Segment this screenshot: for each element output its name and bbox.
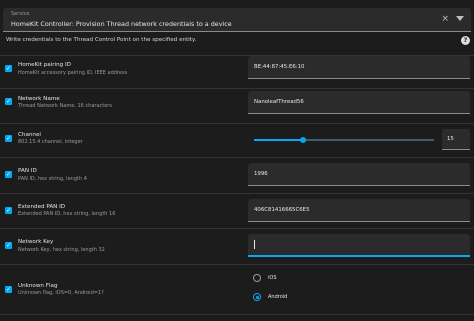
channel-slider-fill <box>254 138 303 141</box>
divider <box>0 314 474 315</box>
checkbox-pan-id[interactable]: ✓ <box>5 171 12 178</box>
pan-id-value: 1996 <box>254 171 268 177</box>
field-desc-channel: 802.15.4 channel, integer <box>18 139 83 145</box>
field-desc-unknown-flag: Unknown flag, iOS=0, Android=1? <box>18 290 104 296</box>
clear-icon[interactable]: × <box>441 15 449 24</box>
service-call-panel: Service HomeKit Controller: Provision Th… <box>0 0 474 321</box>
extended-pan-id-input[interactable]: 406C81416665C6E5 <box>248 199 470 222</box>
checkbox-pairing-id[interactable]: ✓ <box>5 65 12 72</box>
field-desc-network-name: Thread Network Name, 16 characters <box>18 103 112 109</box>
field-title-network-name: Network Name <box>18 96 60 102</box>
checkbox-unknown-flag[interactable]: ✓ <box>5 286 12 293</box>
divider <box>0 193 474 194</box>
extended-pan-id-value: 406C81416665C6E5 <box>254 207 310 213</box>
channel-slider-handle[interactable] <box>299 136 306 143</box>
field-title-unknown-flag: Unknown Flag <box>18 283 58 289</box>
network-key-input[interactable] <box>248 234 470 257</box>
checkbox-network-name[interactable]: ✓ <box>5 98 12 105</box>
service-select[interactable]: Service HomeKit Controller: Provision Th… <box>3 8 471 32</box>
field-desc-network-key: Network Key, hex string, length 32 <box>18 247 105 253</box>
field-title-pan-id: PAN ID <box>18 168 37 174</box>
field-title-channel: Channel <box>18 132 41 138</box>
field-title-extended-pan-id: Extended PAN ID <box>18 204 66 210</box>
checkbox-network-key[interactable]: ✓ <box>5 242 12 249</box>
help-icon[interactable]: ? <box>461 36 470 45</box>
checkbox-extended-pan-id[interactable]: ✓ <box>5 207 12 214</box>
pairing-id-input[interactable]: BE:44:87:45:E6:10 <box>248 56 470 79</box>
divider <box>0 264 474 265</box>
channel-number-input[interactable]: 15 <box>442 129 470 150</box>
pairing-id-value: BE:44:87:45:E6:10 <box>254 64 305 70</box>
pan-id-input[interactable]: 1996 <box>248 163 470 186</box>
divider <box>0 228 474 229</box>
radio-ios[interactable] <box>253 274 261 282</box>
network-name-input[interactable]: NanoleafThread56 <box>248 91 470 114</box>
network-name-value: NanoleafThread56 <box>254 99 304 105</box>
chevron-down-icon[interactable] <box>456 16 464 21</box>
radio-label-ios: iOS <box>268 275 277 281</box>
divider <box>0 123 474 124</box>
channel-value: 15 <box>447 136 454 142</box>
service-description: Write credentials to the Thread Control … <box>6 37 197 43</box>
field-title-pairing-id: HomeKit pairing ID <box>18 62 71 68</box>
field-title-network-key: Network Key <box>18 239 54 245</box>
checkbox-channel[interactable]: ✓ <box>5 135 12 142</box>
service-select-label: Service <box>11 11 30 17</box>
radio-android[interactable] <box>253 293 261 301</box>
field-desc-pairing-id: HomeKit accessory pairing ID, IEEE addre… <box>18 70 128 76</box>
divider <box>0 88 474 89</box>
field-desc-extended-pan-id: Extended PAN ID, hex string, length 16 <box>18 211 116 217</box>
radio-label-android: Android <box>268 294 288 300</box>
text-cursor <box>254 240 255 249</box>
divider <box>0 157 474 158</box>
field-desc-pan-id: PAN ID, hex string, length 4 <box>18 176 87 182</box>
service-select-value: HomeKit Controller: Provision Thread net… <box>11 20 232 28</box>
